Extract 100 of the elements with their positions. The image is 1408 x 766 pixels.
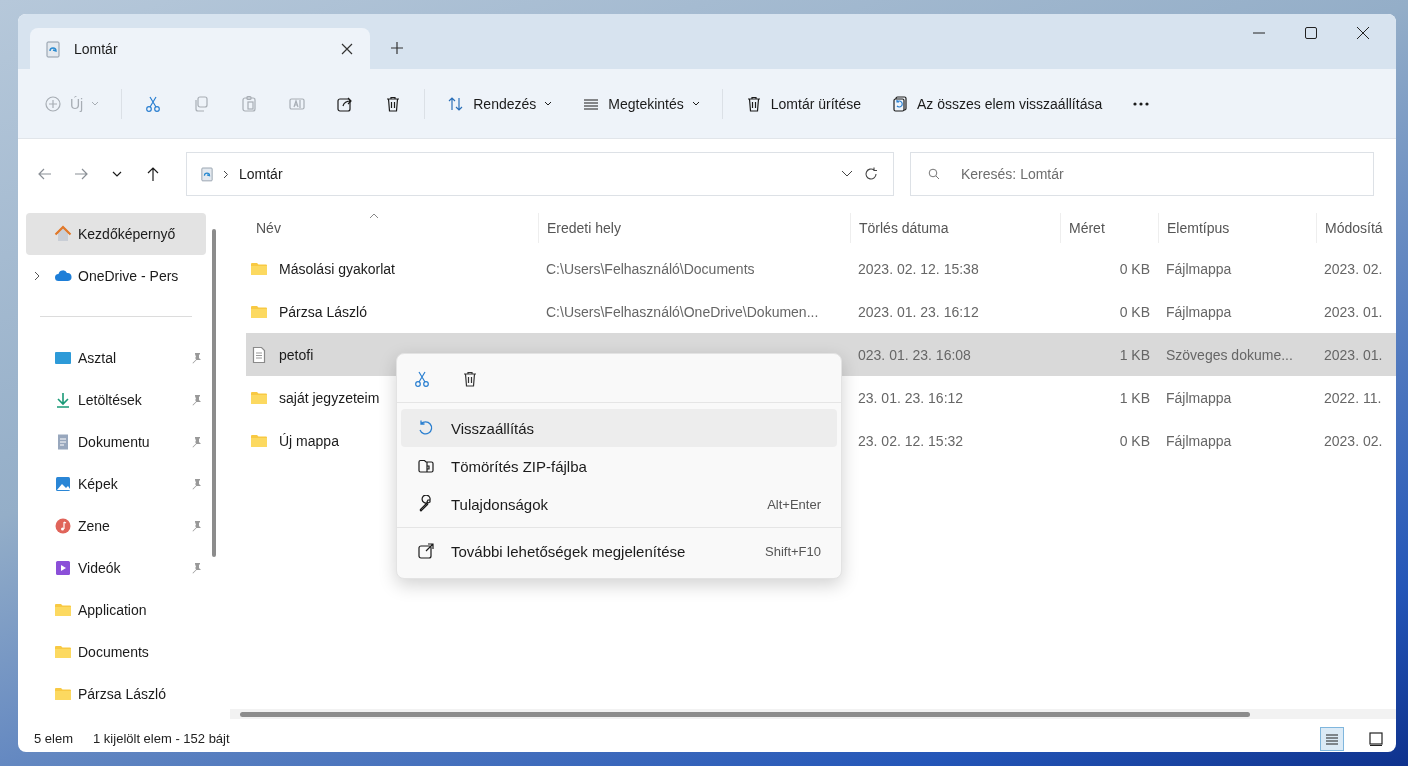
restore-all-button[interactable]: Az összes elem visszaállítása (879, 88, 1115, 119)
table-cell: Fájlmappa (1166, 260, 1232, 277)
recycle-bin-icon (46, 39, 60, 58)
menu-item[interactable]: További lehetőségek megjelenítése Shift+F10 (401, 532, 837, 570)
pin-icon (190, 436, 202, 448)
sidebar-item[interactable]: Dokumentu (26, 421, 206, 463)
window-tab[interactable]: Lomtár (30, 28, 370, 69)
sort-ascending-icon (368, 213, 379, 219)
plus-circle-icon (44, 94, 62, 113)
chevron-right-icon[interactable] (34, 271, 40, 281)
refresh-icon[interactable] (863, 166, 879, 182)
maximize-icon[interactable] (1304, 26, 1318, 40)
column-header[interactable]: Méret (1060, 213, 1158, 243)
tiles-view-icon (1367, 729, 1385, 748)
view-button[interactable]: Megtekintés (570, 88, 712, 119)
table-cell: 1 KB (1119, 389, 1150, 406)
column-header[interactable]: Név (230, 213, 538, 243)
details-view-button[interactable] (1320, 726, 1344, 751)
menu-item[interactable]: Tulajdonságok Alt+Enter (401, 485, 837, 523)
folder-icon (54, 685, 72, 703)
pin-icon (190, 352, 202, 364)
copy-icon (192, 94, 211, 113)
table-cell: 2023. 01. (1324, 346, 1383, 363)
column-header[interactable]: Eredeti hely (538, 213, 850, 243)
undo-arrow-icon (417, 419, 435, 437)
search-icon (928, 168, 940, 180)
sidebar-item[interactable]: Letöltések (26, 379, 206, 421)
table-cell: 023. 01. 23. 16:08 (858, 346, 971, 363)
sidebar-item[interactable]: Application (26, 589, 206, 631)
sidebar-item[interactable]: OneDrive - Pers (26, 255, 206, 297)
sidebar-item[interactable]: Párzsa László (26, 673, 206, 715)
table-cell: Fájlmappa (1166, 389, 1232, 406)
table-cell: 2022. 11. (1324, 389, 1382, 406)
table-cell: C:\Users\Felhasználó\OneDrive\Dokumen... (546, 303, 819, 320)
chevron-down-icon (91, 100, 100, 107)
column-header[interactable]: Módosítá (1316, 213, 1396, 243)
new-tab-icon[interactable] (390, 41, 404, 55)
folder-icon (54, 643, 72, 661)
chevron-down-icon[interactable] (841, 170, 853, 178)
recycle-bin-icon (201, 166, 213, 182)
chevron-down-icon (544, 100, 553, 107)
pin-icon (190, 394, 202, 406)
expand-icon (417, 542, 435, 560)
zip-folder-icon (417, 457, 435, 475)
folder-icon (54, 601, 72, 619)
scissors-icon (413, 370, 431, 388)
file-name[interactable]: saját jegyzeteim (276, 387, 383, 408)
sidebar-item[interactable]: Asztal (26, 337, 206, 379)
table-cell: 0 KB (1119, 432, 1150, 449)
chevron-down-icon (691, 100, 700, 107)
address-bar[interactable]: Lomtár (186, 152, 894, 196)
sort-button[interactable]: Rendezés (435, 88, 565, 119)
sidebar-item[interactable]: Zene (26, 505, 206, 547)
search-field[interactable]: Keresés: Lomtár (910, 152, 1374, 196)
table-cell: 2023. 02. (1324, 432, 1383, 449)
table-cell: 2023. 01. (1324, 303, 1383, 320)
file-name[interactable]: Párzsa László (276, 301, 370, 322)
table-cell: 2023. 02. 12. 15:38 (858, 260, 979, 277)
document-icon (250, 345, 268, 364)
download-icon (54, 391, 72, 409)
pin-icon (190, 520, 202, 532)
sidebar-item[interactable]: Kezdőképernyő (26, 213, 206, 255)
scrollbar[interactable] (212, 229, 216, 557)
sidebar-item[interactable]: Videók (26, 547, 206, 589)
menu-item[interactable]: Visszaállítás (401, 409, 837, 447)
sidebar-item[interactable]: Képek (26, 463, 206, 505)
table-cell: Fájlmappa (1166, 303, 1232, 320)
table-cell: 23. 02. 12. 15:32 (858, 432, 964, 449)
table-cell: C:\Users\Felhasználó\Documents (546, 260, 755, 277)
trash-icon (461, 370, 479, 388)
scissors-icon (144, 94, 163, 113)
column-header[interactable]: Törlés dátuma (850, 213, 1060, 243)
close-tab-icon[interactable] (340, 41, 354, 56)
file-name[interactable]: Új mappa (276, 430, 342, 451)
close-icon[interactable] (1356, 26, 1370, 40)
chevron-right-icon (223, 169, 229, 179)
pin-icon (190, 562, 202, 574)
more-icon (1132, 101, 1151, 106)
music-icon (54, 517, 72, 535)
video-icon (54, 559, 72, 577)
selection-info: 1 kijelölt elem - 152 bájt (93, 731, 230, 746)
table-cell: 2023. 02. (1324, 260, 1383, 277)
empty-bin-button[interactable]: Lomtár ürítése (732, 88, 874, 119)
breadcrumb-item[interactable]: Lomtár (239, 166, 283, 182)
restore-icon (891, 94, 910, 113)
clipboard-icon (240, 94, 259, 113)
house-icon (54, 225, 72, 243)
item-count: 5 elem (34, 731, 74, 746)
table-cell: 1 KB (1119, 346, 1150, 363)
column-header[interactable]: Elemtípus (1158, 213, 1316, 243)
scrollbar[interactable] (240, 712, 1250, 717)
table-cell: 23. 01. 23. 16:12 (858, 389, 964, 406)
file-name[interactable]: Másolási gyakorlat (276, 258, 398, 279)
table-cell: 0 KB (1119, 260, 1150, 277)
menu-item[interactable]: Tömörítés ZIP-fájlba (401, 447, 837, 485)
picture-icon (54, 475, 72, 493)
table-cell: 2023. 01. 23. 16:12 (858, 303, 979, 320)
sidebar-item[interactable]: Documents (26, 631, 206, 673)
desktop-icon (54, 349, 72, 367)
table-cell: Szöveges dokume... (1166, 346, 1293, 363)
